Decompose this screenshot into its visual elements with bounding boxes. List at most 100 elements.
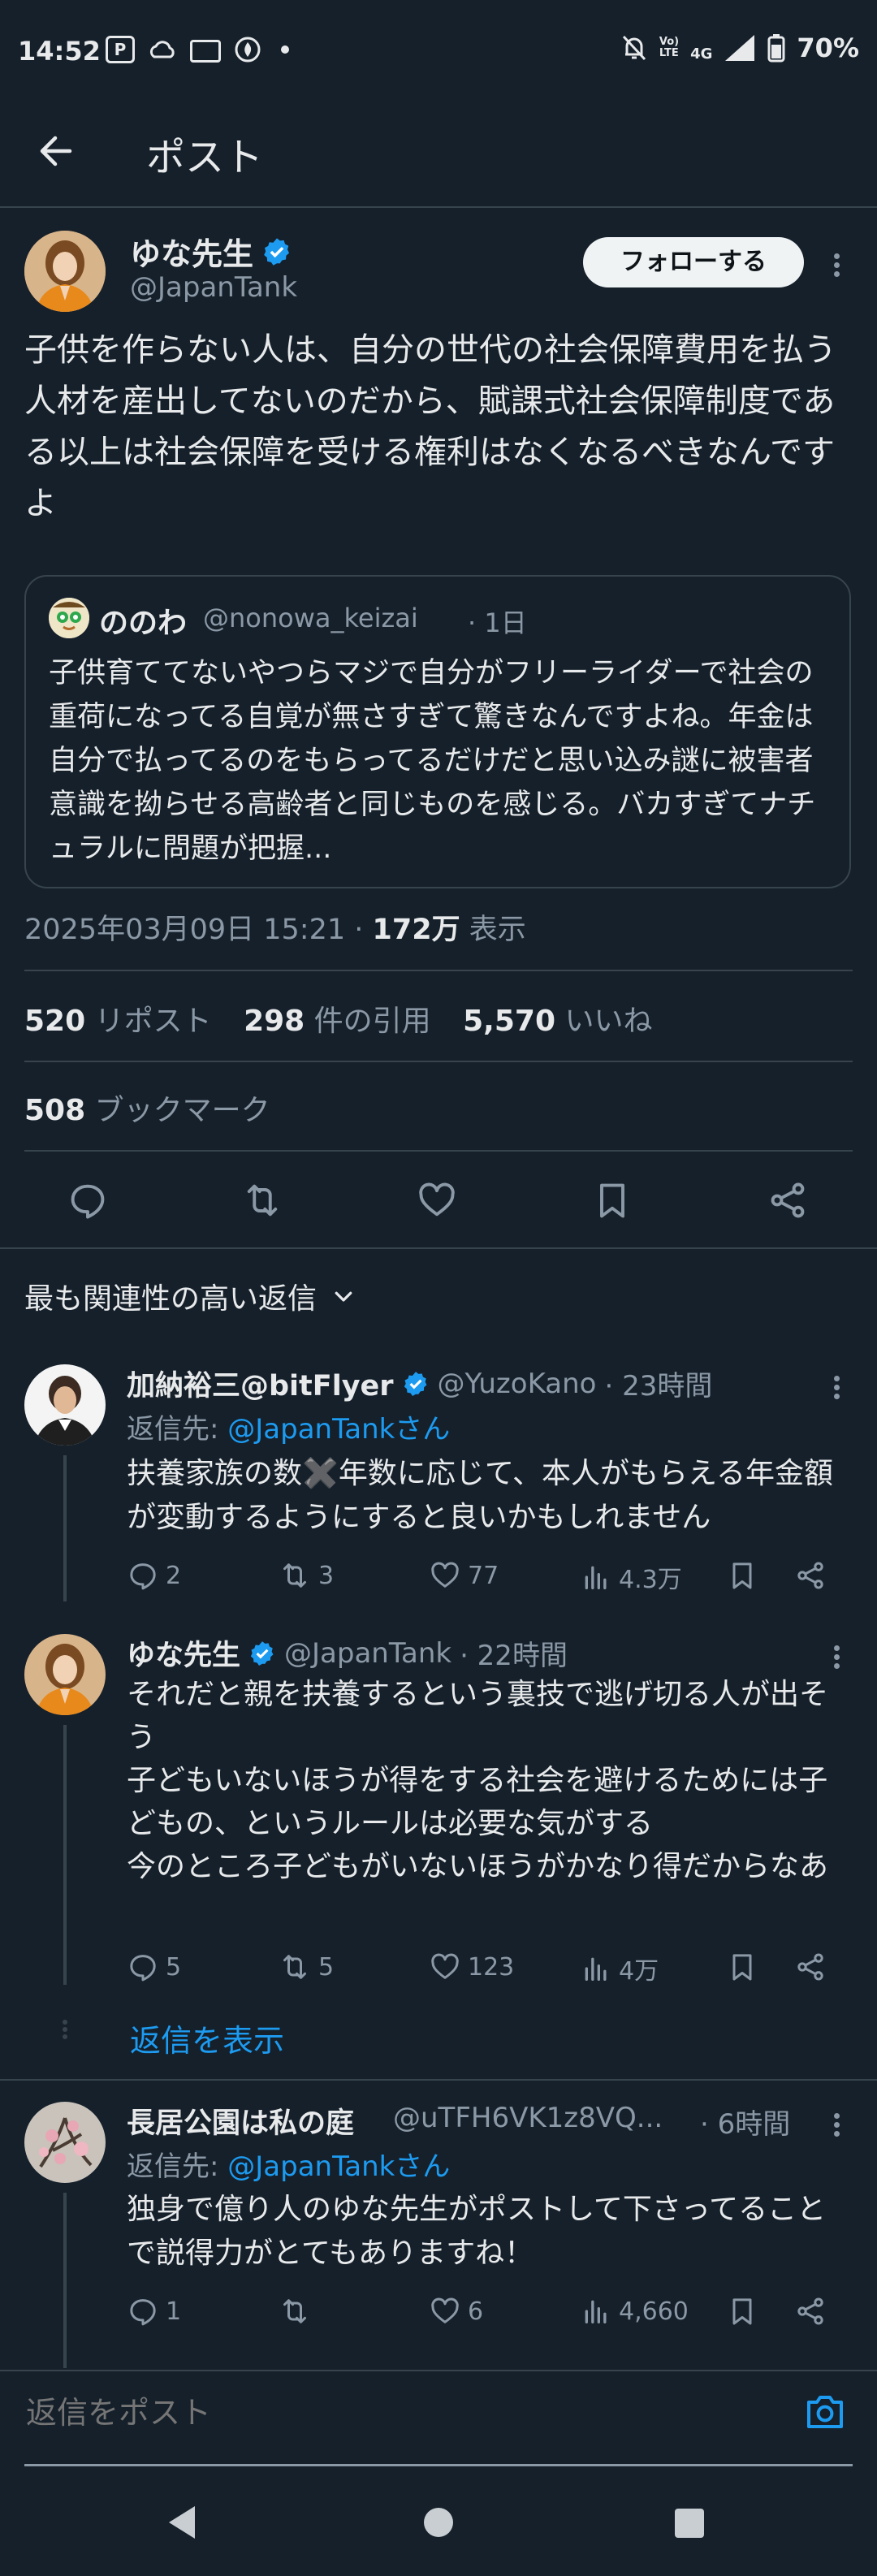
like-count: 77 xyxy=(468,1561,499,1590)
reply-like-action[interactable]: 123 xyxy=(429,1951,514,1983)
reply-icon xyxy=(130,1563,156,1590)
reply-time: · 22時間 xyxy=(460,1640,568,1672)
author-handle[interactable]: @JapanTank xyxy=(130,271,297,304)
notification-icons: P xyxy=(106,36,289,63)
reply-author-handle[interactable]: @YuzoKano xyxy=(438,1368,597,1400)
view-count: 4.3万 xyxy=(619,1566,682,1594)
bookmarks-label: ブックマーク xyxy=(85,1094,270,1127)
reply-input[interactable] xyxy=(24,2386,775,2440)
action-bar-divider xyxy=(0,1247,877,1249)
fire-icon xyxy=(235,37,261,63)
reply-author-name[interactable]: 加納裕三@bitFlyer xyxy=(127,1363,394,1404)
bookmark-icon[interactable] xyxy=(726,1951,758,1983)
likes-label[interactable]: いいね xyxy=(555,1005,652,1038)
like-icon xyxy=(431,1562,459,1588)
nav-recents-icon[interactable] xyxy=(674,2508,705,2539)
camera-icon[interactable] xyxy=(804,2392,846,2431)
reply-count: 5 xyxy=(166,1952,182,1982)
view-count: 4万 xyxy=(619,1957,659,1986)
reply-avatar-image xyxy=(24,1364,106,1446)
reply-like-action[interactable]: 6 xyxy=(429,2295,483,2327)
reply-author-handle[interactable]: @JapanTank xyxy=(284,1637,451,1670)
reply-to: 返信先: @JapanTankさん xyxy=(127,1407,450,1446)
verified-badge-icon xyxy=(250,1640,274,1666)
reply-author-avatar[interactable] xyxy=(24,1364,106,1446)
reply-author-avatar[interactable] xyxy=(24,2102,106,2183)
mute-icon xyxy=(622,35,646,61)
chevron-down-icon xyxy=(335,1291,352,1302)
author-name[interactable]: ゆな先生 xyxy=(130,229,253,274)
reply-icon xyxy=(130,1955,156,1982)
thread-divider xyxy=(0,2079,877,2081)
composer-underline xyxy=(24,2464,853,2466)
reply-views-action[interactable]: 4,660 xyxy=(580,2295,689,2327)
repost-icon xyxy=(283,1955,306,1979)
thread-dots xyxy=(60,2017,70,2042)
reply-reply-action[interactable]: 5 xyxy=(127,1951,181,1983)
like-icon[interactable] xyxy=(416,1179,458,1221)
quote-text: 子供育ててないやつらマジで自分がフリーライダーで社会の重荷になってる自覚が無さす… xyxy=(49,657,816,865)
reply-repost-action[interactable]: 5 xyxy=(278,1951,334,1983)
dot-icon xyxy=(281,45,289,54)
reply-time: · 6時間 xyxy=(700,2108,791,2141)
reply-composer xyxy=(0,2370,877,2467)
likes-count[interactable]: 5,570 xyxy=(463,1005,555,1038)
back-arrow-icon[interactable] xyxy=(36,130,78,172)
reply-to-mention[interactable]: @JapanTankさん xyxy=(227,1413,450,1446)
reply-author-handle[interactable]: @uTFH6VK1z8VQ... xyxy=(393,2102,669,2134)
reply-reply-action[interactable]: 1 xyxy=(127,2295,181,2327)
show-replies-link[interactable]: 返信を表示 xyxy=(130,2016,284,2060)
nav-home-icon[interactable] xyxy=(422,2506,455,2539)
battery-percent: 70% xyxy=(797,32,859,63)
reply-sort-selector[interactable]: 最も関連性の高い返信 xyxy=(24,1275,356,1317)
post-stats: 520 リポスト 298 件の引用 5,570 いいね xyxy=(24,997,652,1039)
reply-more-icon[interactable] xyxy=(832,1372,841,1403)
reply-author-avatar[interactable] xyxy=(24,1634,106,1715)
reply-to-mention[interactable]: @JapanTankさん xyxy=(227,2150,450,2183)
bookmark-icon[interactable] xyxy=(726,1559,758,1592)
reply-header: 加納裕三@bitFlyer @YuzoKano · 23時間 xyxy=(127,1363,712,1404)
reply-views-action[interactable]: 4.3万 xyxy=(580,1559,682,1595)
views-icon xyxy=(585,1566,607,1589)
bookmark-icon[interactable] xyxy=(591,1179,633,1221)
repost-icon[interactable] xyxy=(240,1179,284,1221)
bookmark-stats[interactable]: 508 ブックマーク xyxy=(24,1087,270,1129)
more-options-icon[interactable] xyxy=(832,250,841,280)
quoted-post[interactable]: ののわ @nonowa_keizai · 1日 子供育ててないやつらマジで自分が… xyxy=(24,575,851,888)
quote-time: · 1日 xyxy=(468,607,527,638)
author-avatar[interactable] xyxy=(24,231,106,312)
follow-button[interactable]: フォローする xyxy=(583,237,804,287)
share-icon[interactable] xyxy=(794,1559,827,1592)
reply-author-name[interactable]: ゆな先生 xyxy=(127,1632,240,1674)
status-time: 14:52 xyxy=(18,36,101,67)
bookmark-icon[interactable] xyxy=(726,2295,758,2327)
avatar-image xyxy=(24,231,106,312)
share-icon[interactable] xyxy=(794,2295,827,2327)
reply-count: 1 xyxy=(166,2297,182,2326)
quote-author-name: ののわ xyxy=(99,607,188,640)
reposts-label[interactable]: リポスト xyxy=(85,1005,212,1038)
reply-thread-line xyxy=(63,1725,67,1985)
reply-repost-action[interactable]: 3 xyxy=(278,1559,334,1592)
nav-back-icon[interactable] xyxy=(166,2505,198,2540)
repost-count: 5 xyxy=(318,1952,335,1982)
reply-avatar-image xyxy=(24,1634,106,1715)
reply-author-name[interactable]: 長居公園は私の庭 xyxy=(127,2100,354,2142)
repost-icon xyxy=(283,1563,306,1588)
reply-views-action[interactable]: 4万 xyxy=(580,1951,659,1986)
share-icon[interactable] xyxy=(767,1179,809,1221)
reply-repost-action[interactable] xyxy=(278,2295,318,2327)
reply-icon xyxy=(130,2299,156,2326)
reply-more-icon[interactable] xyxy=(832,1642,841,1672)
share-icon[interactable] xyxy=(794,1951,827,1983)
quotes-count[interactable]: 298 xyxy=(244,1005,305,1038)
reposts-count[interactable]: 520 xyxy=(24,1005,85,1038)
reply-icon[interactable] xyxy=(67,1179,109,1221)
reply-like-action[interactable]: 77 xyxy=(429,1559,499,1592)
quotes-label[interactable]: 件の引用 xyxy=(305,1005,431,1038)
reply-reply-action[interactable]: 2 xyxy=(127,1559,181,1592)
page-title: ポスト xyxy=(146,135,264,180)
reply-more-icon[interactable] xyxy=(832,2110,841,2140)
reply-text: 扶養家族の数✖️年数に応じて、本人がもらえる年金額が変動するようにすると良いかも… xyxy=(127,1457,833,1534)
app-header: ポスト xyxy=(0,106,877,206)
